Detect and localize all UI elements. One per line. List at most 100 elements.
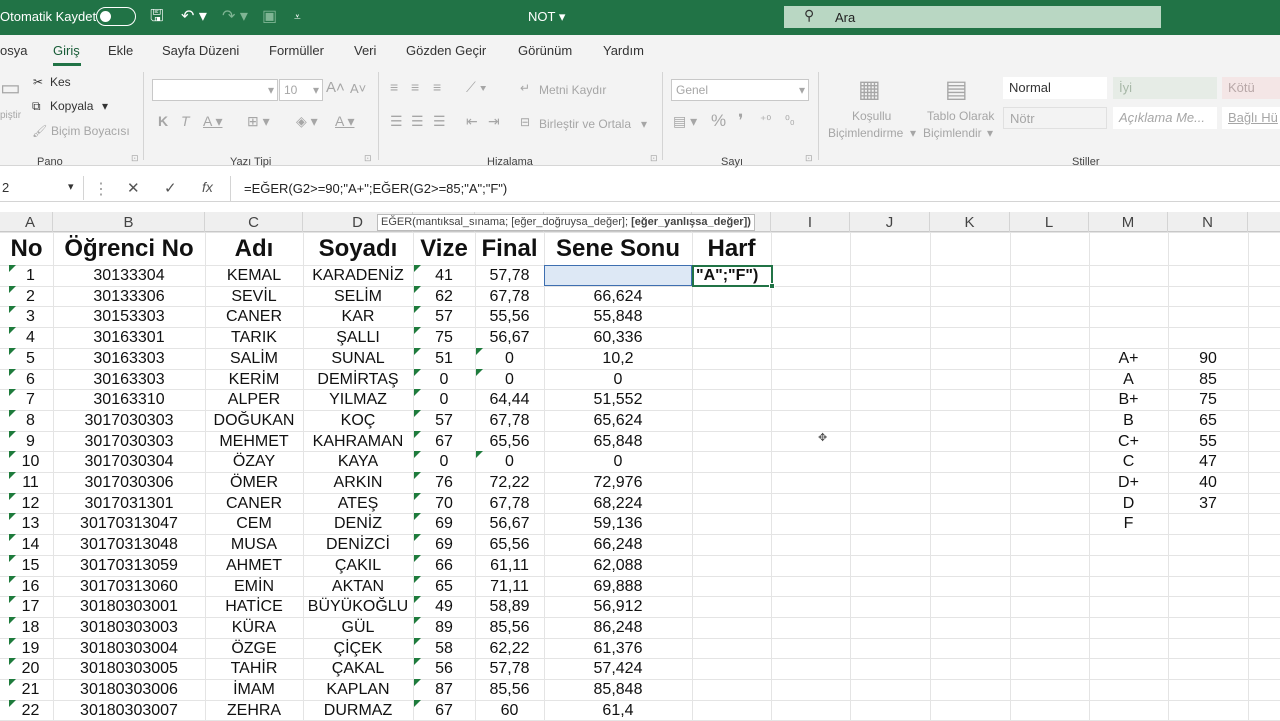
error-indicator-icon[interactable] (414, 534, 421, 542)
cell[interactable]: 66 (413, 555, 475, 576)
cell[interactable]: 0 (413, 389, 475, 410)
cell[interactable]: 67 (413, 431, 475, 452)
decrease-indent-icon[interactable]: ⇤ (466, 113, 478, 130)
formula-input[interactable]: =EĞER(G2>=90;"A+";EĞER(G2>=85;"A";"F") (244, 181, 507, 196)
error-indicator-icon[interactable] (9, 534, 16, 542)
column-header-k[interactable]: K (930, 212, 1010, 232)
header-cell[interactable]: Final (475, 232, 544, 265)
cell[interactable]: TARIK (205, 327, 303, 348)
error-indicator-icon[interactable] (414, 472, 421, 479)
error-indicator-icon[interactable] (9, 451, 16, 459)
cell[interactable] (692, 306, 771, 327)
cell[interactable]: ARKIN (303, 472, 413, 493)
cell[interactable]: ŞALLI (303, 327, 413, 348)
column-header-m[interactable]: M (1089, 212, 1168, 232)
error-indicator-icon[interactable] (9, 327, 16, 335)
cell[interactable]: DURMAZ (303, 700, 413, 721)
style-neutral[interactable]: Nötr (1003, 107, 1107, 129)
column-header-c[interactable]: C (205, 212, 303, 232)
tab-insert[interactable]: Ekle (108, 43, 133, 58)
conditional-formatting-label-2[interactable]: Biçimlendirme (828, 126, 903, 140)
currency-icon[interactable]: ▤ ▾ (673, 113, 697, 130)
error-indicator-icon[interactable] (414, 265, 421, 272)
style-explanatory[interactable]: Açıklama Me... (1113, 107, 1217, 129)
cell[interactable]: 60 (475, 700, 544, 721)
wrap-text-icon[interactable]: ↵ (520, 81, 530, 95)
error-indicator-icon[interactable] (9, 265, 16, 272)
cell[interactable]: 3017030303 (53, 431, 205, 452)
wrap-text-label[interactable]: Metni Kaydır (539, 83, 606, 97)
cell[interactable]: 0 (544, 451, 692, 472)
cell[interactable]: 57 (413, 410, 475, 431)
cell[interactable]: 30180303003 (53, 617, 205, 638)
header-cell[interactable]: Adı (205, 232, 303, 265)
cell[interactable] (692, 286, 771, 307)
cell[interactable]: 30133304 (53, 265, 205, 286)
cell[interactable]: 41 (413, 265, 475, 286)
percent-icon[interactable]: % (711, 111, 726, 131)
cell[interactable]: 30163303 (53, 369, 205, 390)
copy-label[interactable]: Kopyala (50, 99, 93, 113)
cell[interactable]: YILMAZ (303, 389, 413, 410)
copy-icon[interactable]: ⧉ (32, 99, 41, 114)
cell[interactable]: 30163301 (53, 327, 205, 348)
paste-icon[interactable]: ▭ (0, 75, 21, 101)
column-header-n[interactable]: N (1168, 212, 1248, 232)
error-indicator-icon[interactable] (414, 637, 421, 645)
error-indicator-icon[interactable] (414, 616, 421, 624)
cell[interactable] (692, 700, 771, 721)
error-indicator-icon[interactable] (9, 492, 16, 500)
cell[interactable]: 3017030303 (53, 410, 205, 431)
header-cell[interactable]: Harf (692, 232, 771, 265)
error-indicator-icon[interactable] (414, 575, 421, 583)
name-box[interactable]: 2 ▾ (0, 176, 84, 200)
orientation-icon[interactable]: ⟋ ▾ (466, 79, 487, 96)
error-indicator-icon[interactable] (9, 285, 16, 293)
error-indicator-icon[interactable] (414, 554, 421, 562)
cell[interactable]: 66,248 (544, 534, 692, 555)
cell[interactable] (692, 679, 771, 700)
customize-qat-icon[interactable]: ⩡ (294, 7, 301, 27)
insert-function-icon[interactable]: fx (202, 179, 213, 195)
cell[interactable]: 67,78 (475, 286, 544, 307)
cell[interactable]: ÇAKAL (303, 658, 413, 679)
cell[interactable]: 55,56 (475, 306, 544, 327)
error-indicator-icon[interactable] (414, 409, 421, 417)
cell[interactable] (692, 472, 771, 493)
error-indicator-icon[interactable] (414, 596, 421, 604)
cell[interactable]: 30170313060 (53, 576, 205, 597)
cell[interactable]: SUNAL (303, 348, 413, 369)
save-icon[interactable]: 🖫 (150, 7, 164, 27)
conditional-formatting-dropdown-icon[interactable]: ▾ (910, 126, 916, 140)
error-indicator-icon[interactable] (414, 368, 421, 376)
cell[interactable]: KÜRA (205, 617, 303, 638)
align-right-icon[interactable]: ☰ (433, 113, 446, 130)
header-cell[interactable]: Soyadı (303, 232, 413, 265)
cell[interactable] (692, 327, 771, 348)
error-indicator-icon[interactable] (9, 430, 16, 438)
column-header-l[interactable]: L (1010, 212, 1089, 232)
cell[interactable]: 65,56 (475, 431, 544, 452)
merge-dropdown-icon[interactable]: ▾ (641, 117, 647, 131)
error-indicator-icon[interactable] (476, 347, 483, 355)
cell[interactable]: MEHMET (205, 431, 303, 452)
error-indicator-icon[interactable] (9, 575, 16, 583)
cell[interactable]: TAHİR (205, 658, 303, 679)
format-as-table-dropdown-icon[interactable]: ▾ (987, 126, 993, 140)
tab-file[interactable]: osya (0, 43, 27, 58)
cell[interactable]: 61,4 (544, 700, 692, 721)
increase-decimal-icon[interactable]: ⁺⁰ (760, 113, 771, 127)
cell[interactable]: 85,56 (475, 679, 544, 700)
cell[interactable]: 65,56 (475, 534, 544, 555)
merge-icon[interactable]: ⊟ (520, 115, 530, 129)
column-header-a[interactable]: A (8, 212, 53, 232)
cell[interactable]: 56,912 (544, 596, 692, 617)
cell[interactable]: 67,78 (475, 410, 544, 431)
worksheet-grid[interactable]: No Öğrenci No Adı Soyadı Vize Final Sene Sonu H… (0, 232, 1280, 721)
align-middle-icon[interactable]: ≡ (411, 79, 419, 95)
cell[interactable] (692, 617, 771, 638)
error-indicator-icon[interactable] (414, 451, 421, 459)
column-header-i[interactable]: I (771, 212, 850, 232)
cell[interactable]: HATİCE (205, 596, 303, 617)
cell[interactable]: 59,136 (544, 513, 692, 534)
